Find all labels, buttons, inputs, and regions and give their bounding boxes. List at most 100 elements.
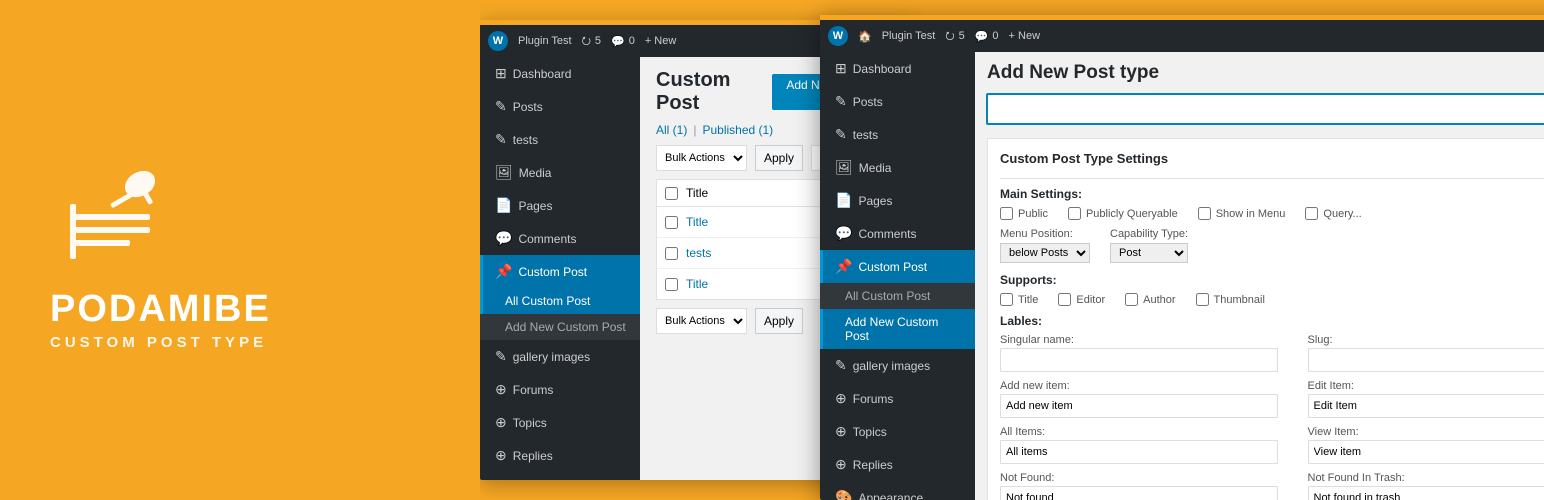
sidebar-item-appearance-front[interactable]: 🎨 Appearance [820, 481, 975, 500]
pages-icon-front: 📄 [835, 192, 852, 209]
sidebar-item-posts-front[interactable]: ✎ Posts [820, 85, 975, 118]
not-found-input[interactable] [1000, 486, 1278, 500]
settings-section-title: Custom Post Type Settings [1000, 151, 1544, 170]
slug-input[interactable] [1308, 348, 1544, 372]
sidebar-item-tests-front[interactable]: ✎ tests [820, 118, 975, 151]
appearance-icon-front: 🎨 [835, 489, 852, 500]
not-found-trash-input[interactable] [1308, 486, 1544, 500]
row3-title-back[interactable]: Title [686, 277, 708, 291]
media-icon: 🖼 [495, 164, 513, 181]
bulk-actions-select-bottom-back[interactable]: Bulk Actions [656, 308, 747, 334]
edit-item-label: Edit Item: [1308, 380, 1544, 392]
sidebar-item-posts-back[interactable]: ✎ Posts [480, 90, 640, 123]
support-editor-input[interactable] [1058, 293, 1071, 306]
view-item-input[interactable] [1308, 440, 1544, 464]
tab-published-back[interactable]: Published (1) [702, 123, 773, 137]
apply-button-back[interactable]: Apply [755, 145, 803, 171]
sidebar-item-forums-front[interactable]: ⊕ Forums [820, 382, 975, 415]
sidebar-item-appearance-back[interactable]: 🎨 Appearance [480, 472, 640, 480]
sidebar-item-topics-front[interactable]: ⊕ Topics [820, 415, 975, 448]
admin-bar-front: W 🏠 Plugin Test ⭮ 5 💬 0 + New [820, 20, 1544, 52]
replies-icon: ⊕ [495, 447, 507, 464]
wp-logo-back: W [488, 31, 508, 51]
not-found-trash-label: Not Found In Trash: [1308, 472, 1544, 484]
supports-label: Supports: [1000, 273, 1544, 287]
sidebar-item-forums-back[interactable]: ⊕ Forums [480, 373, 640, 406]
row2-title-back[interactable]: tests [686, 246, 711, 260]
add-new-item-field: Add new item: [1000, 380, 1278, 418]
all-items-field: All Items: [1000, 426, 1278, 464]
select-all-checkbox-back[interactable] [665, 187, 678, 200]
sidebar-item-comments-back[interactable]: 💬 Comments [480, 222, 640, 255]
checkbox-publicly-queryable: Publicly Queryable [1068, 207, 1178, 220]
support-thumbnail-input[interactable] [1196, 293, 1209, 306]
new-back: + New [645, 35, 677, 47]
support-thumbnail: Thumbnail [1196, 293, 1265, 306]
tests-icon: ✎ [495, 131, 507, 148]
brand-subtitle: CUSTOM POST TYPE [50, 334, 267, 351]
row2-checkbox-back[interactable] [665, 247, 678, 260]
sidebar-item-addnew-back[interactable]: Add New Custom Post [480, 314, 640, 340]
tab-all-back[interactable]: All (1) [656, 123, 687, 137]
forums-icon: ⊕ [495, 381, 507, 398]
edit-item-input[interactable] [1308, 394, 1544, 418]
bulk-actions-select-back[interactable]: Bulk Actions [656, 145, 747, 171]
brand-title: PODAMIBE [50, 289, 271, 331]
site-name-front: Plugin Test [882, 30, 936, 42]
panel-title: Add New Post type [987, 62, 1544, 84]
support-author-input[interactable] [1125, 293, 1138, 306]
sidebar-addnew-front[interactable]: Add New Custom Post [820, 309, 975, 349]
capability-type-select[interactable]: Post [1110, 243, 1188, 263]
updates-front: ⭮ 5 [945, 27, 964, 46]
all-items-input[interactable] [1000, 440, 1278, 464]
wp-logo-front: W [828, 26, 848, 46]
row3-checkbox-back[interactable] [665, 278, 678, 291]
comments-icon: 💬 [495, 230, 512, 247]
wp-window-front: W 🏠 Plugin Test ⭮ 5 💬 0 + New ⊞ Dashboa [820, 15, 1544, 500]
add-new-item-label: Add new item: [1000, 380, 1278, 392]
new-front: + New [1009, 30, 1041, 42]
topics-icon-front: ⊕ [835, 423, 847, 440]
media-icon-front: 🖼 [835, 159, 853, 176]
row1-checkbox-back[interactable] [665, 216, 678, 229]
sidebar-item-gallery-back[interactable]: ✎ gallery images [480, 340, 640, 373]
menu-position-select[interactable]: below Posts [1000, 243, 1090, 263]
tests-icon-front: ✎ [835, 126, 847, 143]
sidebar-item-topics-back[interactable]: ⊕ Topics [480, 406, 640, 439]
post-type-name-input[interactable] [987, 94, 1544, 124]
settings-panel: Custom Post Type Settings Main Settings:… [987, 138, 1544, 500]
sidebar-item-replies-front[interactable]: ⊕ Replies [820, 448, 975, 481]
checkbox-query-input[interactable] [1305, 207, 1318, 220]
support-author: Author [1125, 293, 1175, 306]
comments-back: 💬 0 [611, 35, 635, 48]
sidebar-item-dashboard-front[interactable]: ⊞ Dashboard [820, 52, 975, 85]
row1-title-back[interactable]: Title [686, 215, 708, 229]
add-new-item-input[interactable] [1000, 394, 1278, 418]
sidebar-item-tests-back[interactable]: ✎ tests [480, 123, 640, 156]
checkbox-sim-input[interactable] [1198, 207, 1211, 220]
sidebar-item-media-back[interactable]: 🖼 Media [480, 156, 640, 189]
sidebar-item-media-front[interactable]: 🖼 Media [820, 151, 975, 184]
sidebar-item-dashboard-back[interactable]: ⊞ Dashboard [480, 57, 640, 90]
singular-name-input[interactable] [1000, 348, 1278, 372]
updates-back: ⭮ 5 [582, 32, 601, 51]
sidebar-item-replies-back[interactable]: ⊕ Replies [480, 439, 640, 472]
sidebar-item-comments-front[interactable]: 💬 Comments [820, 217, 975, 250]
sidebar-item-pages-front[interactable]: 📄 Pages [820, 184, 975, 217]
sidebar-item-allcustom-back[interactable]: All Custom Post [480, 288, 640, 314]
checkbox-public-input[interactable] [1000, 207, 1013, 220]
sidebar-item-gallery-front[interactable]: ✎ gallery images [820, 349, 975, 382]
apply-button-bottom-back[interactable]: Apply [755, 308, 803, 334]
sidebar-item-custpost-back[interactable]: 📌 Custom Post [480, 255, 640, 288]
singular-name-field: Singular name: [1000, 334, 1278, 372]
menu-position-label: Menu Position: [1000, 228, 1090, 240]
capability-type-field: Capability Type: Post [1110, 228, 1188, 263]
support-title-input[interactable] [1000, 293, 1013, 306]
labels-grid: Singular name: Slug: Add new item: [1000, 334, 1544, 500]
checkbox-pq-input[interactable] [1068, 207, 1081, 220]
sidebar-allcustom-front[interactable]: All Custom Post [820, 283, 975, 309]
sidebar-item-pages-back[interactable]: 📄 Pages [480, 189, 640, 222]
support-title: Title [1000, 293, 1038, 306]
sidebar-item-custpost-front[interactable]: 📌 Custom Post [820, 250, 975, 283]
panel-scroll-area: Add New Post type Custom Post Type Setti… [975, 52, 1544, 500]
